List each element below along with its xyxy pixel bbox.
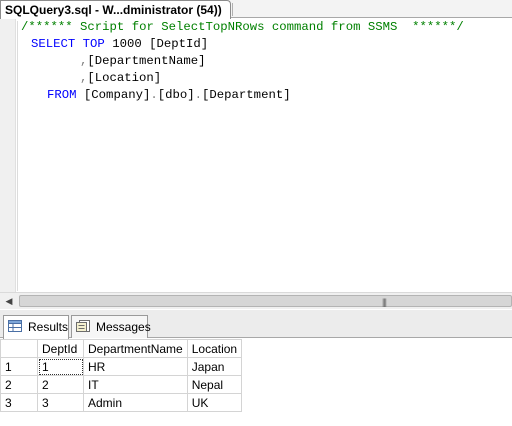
tab-messages-label: Messages (96, 320, 151, 334)
column-departmentname: [DepartmentName] (87, 54, 206, 68)
code-line-5: FROM [Company].[dbo].[Department] (47, 87, 291, 103)
tab-results[interactable]: Results (3, 315, 69, 339)
column-deptid: [DeptId] (149, 37, 209, 51)
column-header-location[interactable]: Location (186, 339, 243, 358)
grid-icon (8, 320, 22, 332)
scrollbar-thumb[interactable]: ||| (19, 295, 512, 307)
table-row[interactable]: 2 2 IT Nepal (0, 375, 243, 394)
schema-name: [dbo] (157, 88, 195, 102)
outline-indicator (17, 21, 18, 291)
row-count-literal: 1000 (112, 37, 142, 51)
code-line-1: /****** Script for SelectTopNRows comman… (21, 19, 464, 35)
scroll-left-arrow-icon[interactable]: ◀ (3, 293, 15, 310)
sql-comment: /****** Script for SelectTopNRows comman… (21, 20, 464, 34)
cell-location[interactable]: Japan (186, 357, 243, 376)
from-keyword: FROM (47, 88, 77, 102)
table-row[interactable]: 3 3 Admin UK (0, 393, 243, 412)
header-row: DeptId DepartmentName Location (0, 339, 243, 358)
cell-departmentname[interactable]: HR (83, 357, 188, 376)
corner-cell[interactable] (0, 339, 38, 358)
column-location: [Location] (87, 71, 162, 85)
code-line-2: SELECT TOP 1000 [DeptId] (31, 36, 208, 52)
cell-location[interactable]: UK (186, 393, 243, 412)
select-keyword: SELECT (31, 37, 76, 51)
cell-deptid[interactable]: 3 (37, 393, 84, 412)
row-number[interactable]: 1 (0, 357, 38, 376)
document-tab-strip: SQLQuery3.sql - W...dministrator (54)) (0, 0, 512, 19)
column-header-departmentname[interactable]: DepartmentName (83, 339, 188, 358)
cell-departmentname[interactable]: Admin (83, 393, 188, 412)
results-tab-strip: Results Messages (0, 310, 512, 339)
dot-separator: . (194, 88, 203, 102)
code-line-3: ,[DepartmentName] (80, 53, 205, 69)
results-grid[interactable]: DeptId DepartmentName Location 1 1 HR Ja… (0, 339, 512, 426)
cell-deptid[interactable]: 2 (37, 375, 84, 394)
results-table: DeptId DepartmentName Location 1 1 HR Ja… (0, 339, 243, 412)
column-header-deptid[interactable]: DeptId (37, 339, 84, 358)
tab-separator (232, 3, 233, 16)
tab-results-label: Results (28, 320, 69, 334)
table-row[interactable]: 1 1 HR Japan (0, 357, 243, 376)
database-name: [Company] (83, 88, 151, 102)
row-number[interactable]: 2 (0, 375, 38, 394)
row-number[interactable]: 3 (0, 393, 38, 412)
editor-gutter (0, 19, 16, 292)
dot-separator: . (150, 88, 158, 102)
scrollbar-grip-icon: ||| (382, 297, 387, 307)
horizontal-scrollbar[interactable]: ◀ ||| (0, 292, 512, 309)
table-name: [Department] (202, 88, 291, 102)
query-editor[interactable]: /****** Script for SelectTopNRows comman… (0, 19, 512, 292)
document-tab[interactable]: SQLQuery3.sql - W...dministrator (54)) (0, 0, 231, 19)
tab-messages[interactable]: Messages (71, 315, 151, 338)
top-keyword: TOP (82, 37, 105, 51)
cell-deptid[interactable]: 1 (37, 357, 84, 376)
cell-location[interactable]: Nepal (186, 375, 243, 394)
document-tab-title: SQLQuery3.sql - W...dministrator (54)) (5, 3, 222, 17)
messages-icon (76, 320, 90, 332)
cell-departmentname[interactable]: IT (83, 375, 188, 394)
code-line-4: ,[Location] (80, 70, 161, 86)
